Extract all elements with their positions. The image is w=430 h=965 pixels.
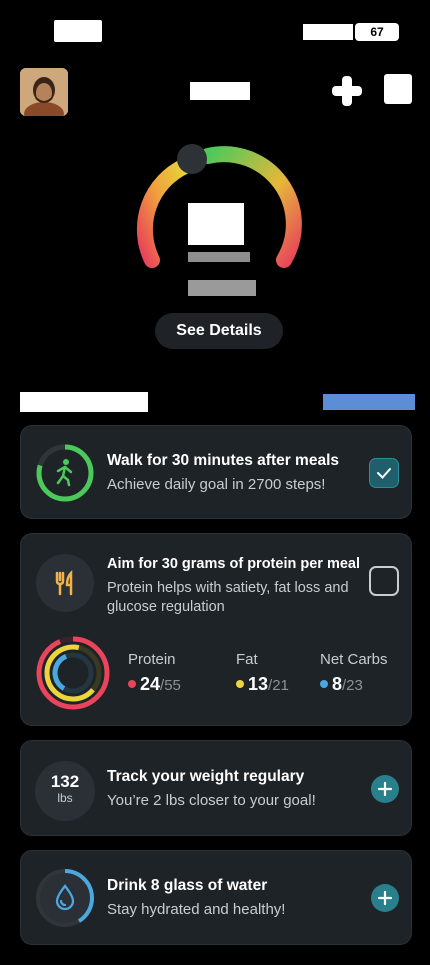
- add-water-button[interactable]: [371, 884, 399, 912]
- plus-icon: [377, 890, 393, 906]
- walk-progress-ring: [36, 444, 94, 502]
- score-value: [188, 203, 244, 245]
- task-card-water[interactable]: Drink 8 glass of water Stay hydrated and…: [20, 850, 412, 945]
- macro-net-carbs: Net Carbs 8/23: [320, 651, 388, 695]
- see-details-button[interactable]: See Details: [155, 313, 283, 349]
- macro-fat: Fat 13/21: [236, 651, 289, 695]
- section-title: [20, 392, 148, 412]
- macro-label: Fat: [236, 651, 258, 668]
- protein-dot: [128, 679, 136, 688]
- add-icon[interactable]: [330, 74, 364, 108]
- status-bar: 67: [0, 18, 430, 48]
- macro-value: 13: [248, 674, 269, 694]
- add-weight-button[interactable]: [371, 775, 399, 803]
- avatar[interactable]: [20, 68, 68, 116]
- weight-value-circle: 132 lbs: [35, 761, 95, 821]
- plus-icon: [377, 781, 393, 797]
- score-status: [188, 280, 256, 296]
- walking-person-icon: [56, 459, 73, 487]
- macro-protein: Protein 24/55: [128, 651, 181, 695]
- water-progress-ring: [36, 869, 94, 927]
- task-card-protein[interactable]: Aim for 30 grams of protein per meal Pro…: [20, 533, 412, 726]
- task-card-walk[interactable]: Walk for 30 minutes after meals Achieve …: [20, 425, 412, 519]
- battery-icon: 67: [355, 23, 399, 41]
- fat-dot: [236, 679, 244, 688]
- card-subtitle: You’re 2 lbs closer to your goal!: [107, 792, 316, 809]
- check-icon: [377, 468, 391, 479]
- task-checkbox[interactable]: [369, 566, 399, 596]
- card-title: Drink 8 glass of water: [107, 877, 268, 894]
- signal-icon: [303, 24, 353, 40]
- card-subtitle: Achieve daily goal in 2700 steps!: [107, 476, 326, 493]
- card-title: Walk for 30 minutes after meals: [107, 452, 340, 469]
- weight-value: 132: [50, 772, 80, 791]
- macro-total: /21: [268, 677, 289, 694]
- macro-total: /55: [160, 677, 181, 694]
- food-icon-circle: [36, 554, 94, 612]
- notification-icon[interactable]: [384, 74, 412, 104]
- card-title: Track your weight regulary: [107, 768, 305, 785]
- macro-rings: [36, 636, 110, 710]
- macro-total: /23: [342, 677, 363, 694]
- card-subtitle: Stay hydrated and healthy!: [107, 901, 286, 918]
- header: [0, 66, 430, 118]
- macro-value: 8: [332, 674, 343, 694]
- status-time: [54, 20, 102, 42]
- card-subtitle: Protein helps with satiety, fat loss and…: [107, 580, 349, 615]
- macro-value: 24: [140, 674, 161, 694]
- macro-label: Net Carbs: [320, 651, 388, 668]
- macro-label: Protein: [128, 651, 176, 668]
- page-title: [190, 82, 250, 100]
- task-checkbox-checked[interactable]: [369, 458, 399, 488]
- carbs-dot: [320, 679, 328, 688]
- task-card-weight[interactable]: 132 lbs Track your weight regulary You’r…: [20, 740, 412, 836]
- section-link[interactable]: [323, 394, 415, 410]
- score-label: [188, 252, 250, 262]
- weight-unit: lbs: [57, 791, 73, 805]
- card-title: Aim for 30 grams of protein per meal: [107, 556, 361, 572]
